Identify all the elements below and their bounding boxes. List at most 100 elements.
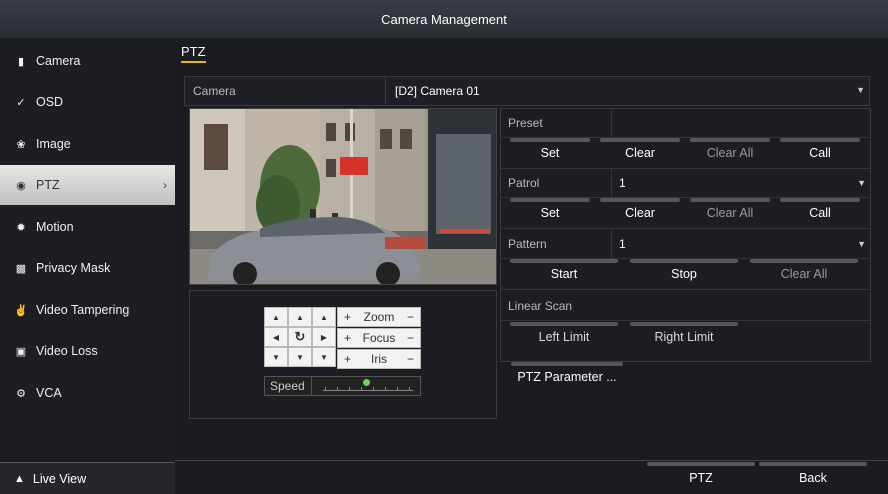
patrol-clear-all-button[interactable]: Clear All — [686, 198, 774, 228]
back-button[interactable]: Back — [759, 462, 867, 493]
speed-control: Speed — [264, 376, 421, 396]
patrol-buttons: Set Clear Clear All Call — [501, 198, 870, 229]
sidebar-item-video-loss[interactable]: ▣ Video Loss — [0, 331, 175, 371]
window-title: Camera Management — [381, 11, 507, 27]
pattern-row[interactable]: Pattern 1 ▼ — [501, 230, 870, 259]
zoom-out-button[interactable]: − — [407, 310, 414, 324]
zoom-in-button[interactable]: + — [344, 310, 351, 324]
chevron-down-icon[interactable]: ▼ — [857, 239, 866, 249]
sidebar: ▮ Camera ✓ OSD ❀ Image ◉ PTZ › ✹ Motion … — [0, 38, 175, 493]
patrol-set-button[interactable]: Set — [506, 198, 594, 228]
patrol-call-button[interactable]: Call — [776, 198, 864, 228]
window-title-bar: Camera Management — [0, 0, 888, 39]
sidebar-item-label: Video Loss — [36, 344, 98, 358]
sidebar-item-label: Motion — [36, 220, 74, 234]
sidebar-item-label: VCA — [36, 386, 62, 400]
patrol-row[interactable]: Patrol 1 ▼ — [501, 169, 870, 198]
pattern-label: Pattern — [508, 237, 547, 251]
sidebar-item-label: Camera — [36, 54, 81, 68]
linear-scan-buttons: Left Limit Right Limit — [501, 322, 870, 352]
speed-label: Speed — [270, 379, 305, 393]
arrow-right-button[interactable]: ▶ — [312, 327, 336, 347]
zoom-control: + Zoom − — [337, 307, 421, 327]
sidebar-item-label: Video Tampering — [36, 303, 130, 317]
preset-buttons: Set Clear Clear All Call — [501, 138, 870, 169]
preset-row: Preset — [501, 109, 870, 138]
ptz-settings-box: Preset Set Clear Clear All Call Patrol 1… — [500, 108, 871, 362]
ptz-control-panel: ▲ ▲ ▲ ◀ ↻ ▶ ▼ ▼ ▼ + Zoom − + Focus − + I… — [189, 290, 497, 419]
video-tampering-icon: ✌ — [14, 304, 28, 317]
chevron-down-icon[interactable]: ▼ — [857, 178, 866, 188]
arrow-down-right-button[interactable]: ▼ — [312, 347, 336, 367]
iris-label: Iris — [371, 352, 387, 366]
ptz-button[interactable]: PTZ — [647, 462, 755, 493]
video-loss-icon: ▣ — [15, 345, 27, 358]
vca-icon: ⚙ — [16, 387, 26, 400]
arrow-left-button[interactable]: ◀ — [264, 327, 288, 347]
sidebar-item-osd[interactable]: ✓ OSD — [0, 82, 175, 122]
direction-pad: ▲ ▲ ▲ ◀ ↻ ▶ ▼ ▼ ▼ — [264, 307, 336, 369]
linear-scan-row: Linear Scan — [501, 292, 870, 321]
pattern-start-button[interactable]: Start — [506, 259, 622, 289]
pattern-stop-button[interactable]: Stop — [626, 259, 742, 289]
preset-clear-all-button[interactable]: Clear All — [686, 138, 774, 168]
sidebar-item-label: Image — [36, 137, 71, 151]
sidebar-item-label: PTZ — [36, 178, 60, 192]
chevron-down-icon[interactable]: ▼ — [856, 85, 865, 95]
left-limit-button[interactable]: Left Limit — [506, 322, 622, 352]
preset-clear-button[interactable]: Clear — [596, 138, 684, 168]
focus-control: + Focus − — [337, 328, 421, 348]
sidebar-item-ptz[interactable]: ◉ PTZ › — [0, 165, 175, 205]
sidebar-item-motion[interactable]: ✹ Motion — [0, 207, 175, 247]
speed-slider-handle[interactable] — [363, 379, 370, 386]
right-limit-button[interactable]: Right Limit — [626, 322, 742, 352]
pattern-select-value[interactable]: 1 — [619, 237, 626, 251]
iris-open-button[interactable]: + — [344, 352, 351, 366]
live-view-button[interactable]: ▲ Live View — [0, 462, 175, 494]
patrol-select-value[interactable]: 1 — [619, 176, 626, 190]
arrow-up-left-button[interactable]: ▲ — [264, 307, 288, 327]
ptz-icon: ◉ — [16, 179, 26, 192]
arrow-up-button[interactable]: ▲ — [288, 307, 312, 327]
chevron-right-icon: › — [163, 178, 167, 192]
tab-ptz[interactable]: PTZ — [181, 44, 206, 63]
focus-far-button[interactable]: − — [407, 331, 414, 345]
arrow-up-right-button[interactable]: ▲ — [312, 307, 336, 327]
zoom-label: Zoom — [363, 310, 395, 324]
camera-select-value[interactable]: [D2] Camera 01 — [395, 84, 480, 98]
iris-control: + Iris − — [337, 349, 421, 369]
arrow-down-left-button[interactable]: ▼ — [264, 347, 288, 367]
focus-label: Focus — [362, 331, 396, 345]
preset-set-button[interactable]: Set — [506, 138, 594, 168]
patrol-label: Patrol — [508, 176, 540, 190]
sidebar-item-vca[interactable]: ⚙ VCA — [0, 373, 175, 413]
osd-icon: ✓ — [16, 96, 26, 109]
arrow-down-button[interactable]: ▼ — [288, 347, 312, 367]
camera-label: Camera — [193, 84, 236, 98]
home-icon: ▲ — [14, 472, 25, 485]
patrol-clear-button[interactable]: Clear — [596, 198, 684, 228]
sidebar-item-privacy-mask[interactable]: ▩ Privacy Mask — [0, 248, 175, 288]
auto-rotate-button[interactable]: ↻ — [288, 327, 312, 347]
camera-select-row[interactable]: Camera [D2] Camera 01 ▼ — [184, 76, 870, 106]
main-panel: PTZ Camera [D2] Camera 01 ▼ ▲ ▲ ▲ ◀ ↻ ▶ … — [175, 38, 888, 493]
preset-call-button[interactable]: Call — [776, 138, 864, 168]
pattern-buttons: Start Stop Clear All — [501, 259, 870, 290]
motion-icon: ✹ — [16, 221, 26, 234]
sidebar-item-label: OSD — [36, 95, 64, 109]
live-view-label: Live View — [32, 471, 87, 486]
sidebar-item-video-tampering[interactable]: ✌ Video Tampering — [0, 290, 175, 330]
pattern-clear-all-button[interactable]: Clear All — [746, 259, 862, 289]
image-icon: ❀ — [16, 138, 26, 151]
camera-preview — [189, 108, 497, 285]
sidebar-item-label: Privacy Mask — [36, 261, 111, 275]
camera-icon: ▮ — [17, 55, 25, 68]
privacy-mask-icon: ▩ — [15, 262, 27, 275]
sidebar-item-image[interactable]: ❀ Image — [0, 124, 175, 164]
ptz-parameter-button[interactable]: PTZ Parameter ... — [511, 362, 623, 392]
sidebar-item-camera[interactable]: ▮ Camera — [0, 41, 175, 81]
preset-label: Preset — [508, 116, 543, 130]
iris-close-button[interactable]: − — [407, 352, 414, 366]
linear-scan-label: Linear Scan — [508, 299, 573, 313]
focus-near-button[interactable]: + — [344, 331, 351, 345]
